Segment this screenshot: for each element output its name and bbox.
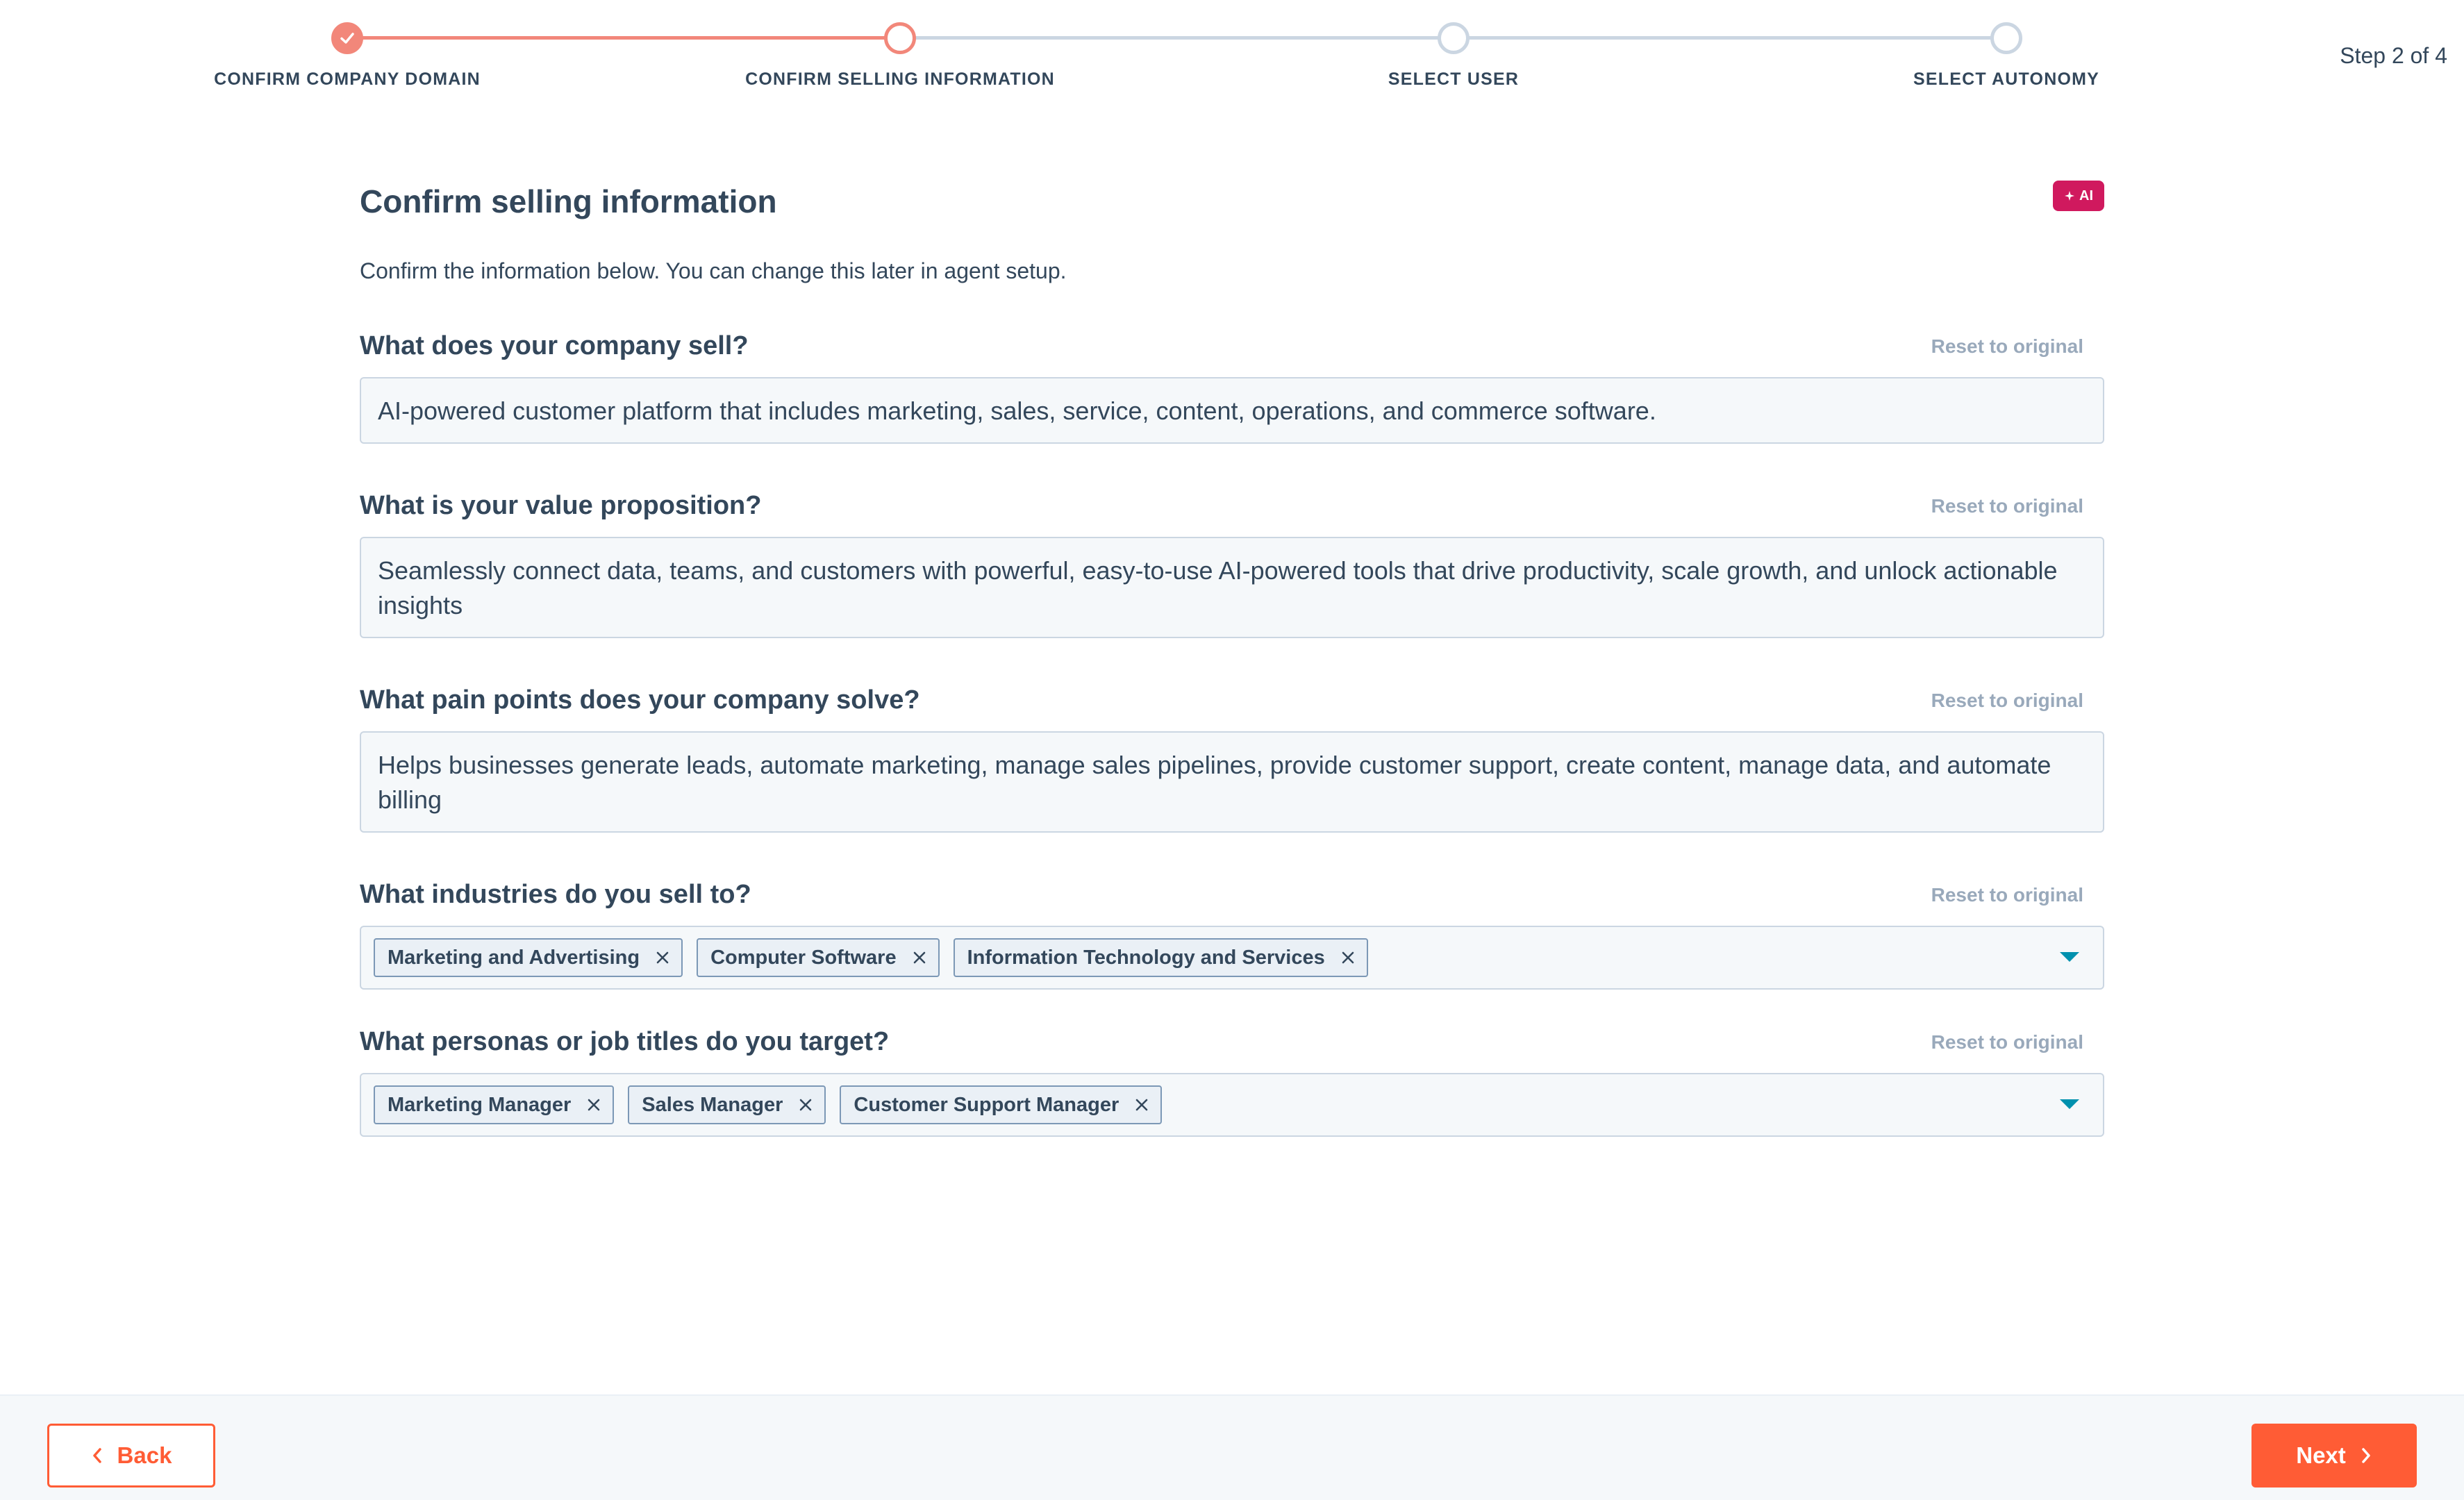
- industries-multiselect[interactable]: Marketing and Advertising Computer Softw…: [360, 926, 2104, 990]
- chevron-right-icon: [2362, 1448, 2370, 1463]
- reset-to-original-link[interactable]: Reset to original: [1931, 884, 2083, 906]
- tag-marketing-and-advertising: Marketing and Advertising: [374, 938, 683, 977]
- step-node-3[interactable]: [1438, 22, 1470, 54]
- step-label-select-autonomy: SELECT AUTONOMY: [1913, 69, 2099, 89]
- tag-label: Marketing and Advertising: [388, 946, 640, 969]
- caret-down-icon[interactable]: [2060, 1099, 2079, 1109]
- tag-label: Computer Software: [710, 946, 897, 969]
- step-label-confirm-company-domain: CONFIRM COMPANY DOMAIN: [214, 69, 481, 89]
- field-header: What pain points does your company solve…: [360, 681, 2104, 719]
- next-button[interactable]: Next: [2251, 1424, 2417, 1488]
- wizard-footer: Back Next: [0, 1394, 2464, 1500]
- reset-to-original-link[interactable]: Reset to original: [1931, 690, 2083, 712]
- tag-sales-manager: Sales Manager: [628, 1085, 826, 1124]
- tag-customer-support-manager: Customer Support Manager: [840, 1085, 1163, 1124]
- close-icon[interactable]: [586, 1097, 601, 1112]
- page-title: Confirm selling information: [360, 183, 777, 219]
- field-industries: What industries do you sell to? Reset to…: [360, 876, 2104, 990]
- field-label: What industries do you sell to?: [360, 880, 751, 909]
- close-icon[interactable]: [912, 950, 927, 965]
- reset-to-original-link[interactable]: Reset to original: [1931, 1031, 2083, 1053]
- tag-information-technology-and-services: Information Technology and Services: [953, 938, 1368, 977]
- field-header: What is your value proposition? Reset to…: [360, 487, 2104, 524]
- step-count: Step 2 of 4: [2340, 43, 2447, 68]
- personas-multiselect[interactable]: Marketing Manager Sales Manager Customer…: [360, 1073, 2104, 1137]
- field-label: What is your value proposition?: [360, 491, 762, 520]
- field-label: What pain points does your company solve…: [360, 685, 920, 715]
- tag-label: Sales Manager: [642, 1093, 783, 1116]
- field-header: What personas or job titles do you targe…: [360, 1023, 2104, 1060]
- step-label-select-user: SELECT USER: [1388, 69, 1520, 89]
- company-sells-input[interactable]: AI-powered customer platform that includ…: [360, 377, 2104, 444]
- tag-computer-software: Computer Software: [697, 938, 940, 977]
- field-header: What industries do you sell to? Reset to…: [360, 876, 2104, 913]
- tag-label: Customer Support Manager: [854, 1093, 1119, 1116]
- step-node-4[interactable]: [1990, 22, 2022, 54]
- progress-stepper: CONFIRM COMPANY DOMAIN CONFIRM SELLING I…: [0, 0, 2464, 118]
- pain-points-input[interactable]: Helps businesses generate leads, automat…: [360, 731, 2104, 833]
- page-subtitle: Confirm the information below. You can c…: [360, 258, 1067, 283]
- close-icon[interactable]: [1134, 1097, 1149, 1112]
- sparkle-icon: [2065, 191, 2074, 201]
- field-company-sells: What does your company sell? Reset to or…: [360, 327, 2104, 444]
- title-row: Confirm selling information AI: [360, 174, 2104, 229]
- tag-label: Marketing Manager: [388, 1093, 572, 1116]
- ai-badge: AI: [2053, 181, 2104, 211]
- tag-marketing-manager: Marketing Manager: [374, 1085, 615, 1124]
- field-personas: What personas or job titles do you targe…: [360, 1023, 2104, 1137]
- reset-to-original-link[interactable]: Reset to original: [1931, 335, 2083, 358]
- caret-down-icon[interactable]: [2060, 952, 2079, 962]
- step-node-2[interactable]: [884, 22, 916, 54]
- ai-badge-label: AI: [2079, 188, 2093, 203]
- field-header: What does your company sell? Reset to or…: [360, 327, 2104, 365]
- selling-info-form: Confirm selling information AI Confirm t…: [360, 174, 2104, 1137]
- value-proposition-input[interactable]: Seamlessly connect data, teams, and cust…: [360, 537, 2104, 638]
- field-value-proposition: What is your value proposition? Reset to…: [360, 487, 2104, 638]
- chevron-left-icon: [92, 1448, 101, 1463]
- back-button-label: Back: [117, 1442, 172, 1468]
- onboarding-wizard: CONFIRM COMPANY DOMAIN CONFIRM SELLING I…: [0, 0, 2464, 1500]
- next-button-label: Next: [2296, 1442, 2346, 1468]
- field-pain-points: What pain points does your company solve…: [360, 681, 2104, 833]
- tag-label: Information Technology and Services: [967, 946, 1325, 969]
- back-button[interactable]: Back: [47, 1424, 215, 1488]
- step-label-confirm-selling-information: CONFIRM SELLING INFORMATION: [745, 69, 1055, 89]
- close-icon[interactable]: [798, 1097, 813, 1112]
- field-label: What does your company sell?: [360, 331, 749, 360]
- check-icon: [340, 33, 354, 44]
- reset-to-original-link[interactable]: Reset to original: [1931, 495, 2083, 517]
- field-label: What personas or job titles do you targe…: [360, 1027, 890, 1056]
- step-node-1[interactable]: [331, 22, 363, 54]
- step-connector-1: [347, 36, 910, 40]
- close-icon[interactable]: [655, 950, 670, 965]
- close-icon[interactable]: [1340, 950, 1356, 965]
